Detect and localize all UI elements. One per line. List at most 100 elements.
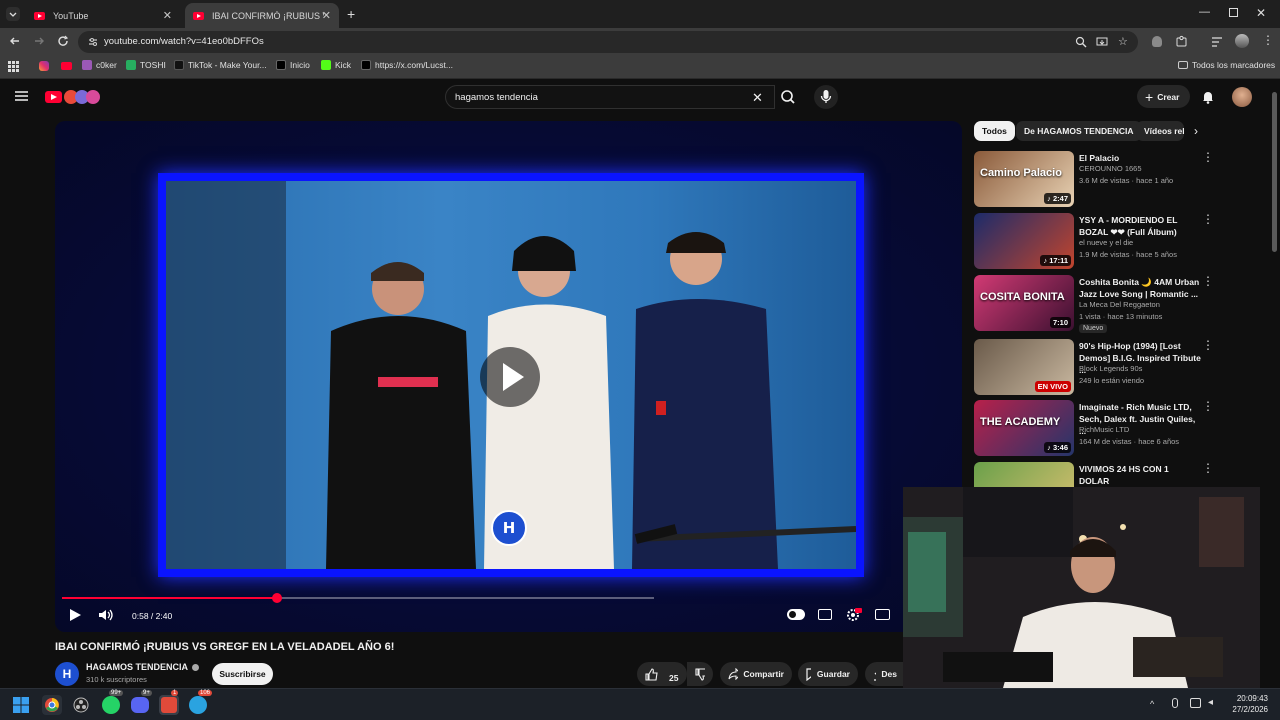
telegram-taskbar-icon[interactable]: 106 (188, 690, 213, 715)
volume-button[interactable] (98, 608, 114, 622)
create-button[interactable]: + Crear (1137, 85, 1190, 108)
video-thumbnail[interactable]: EN VIVO (974, 339, 1074, 395)
channel-watermark-logo[interactable]: H (491, 510, 527, 546)
extension-shield-icon[interactable] (1152, 36, 1162, 47)
volume-tray-icon[interactable]: ◂ (1208, 697, 1213, 708)
save-button[interactable]: Guardar (798, 662, 858, 686)
active-app-taskbar-icon[interactable]: 1 (159, 690, 179, 715)
video-player[interactable]: H 0:58 / 2:40 (55, 121, 962, 632)
video-thumbnail[interactable]: THE ACADEMY ♪ 3:46 (974, 400, 1074, 456)
bookmark-toshi[interactable]: TOSHI (126, 60, 166, 70)
video-thumbnail[interactable]: ♪ 17:11 (974, 213, 1074, 269)
share-button[interactable]: Compartir (720, 662, 792, 686)
scrubber-handle[interactable] (271, 593, 282, 603)
bookmark-favicon-icon (82, 60, 92, 70)
dislike-button[interactable] (687, 662, 713, 686)
progress-played (62, 597, 277, 599)
progress-track[interactable] (62, 593, 654, 603)
close-tab-icon[interactable]: ✕ (163, 9, 172, 22)
search-button[interactable] (775, 85, 803, 109)
whatsapp-taskbar-icon[interactable]: 99+ (101, 690, 124, 715)
windows-start-icon[interactable] (13, 697, 29, 713)
hamburger-menu-icon[interactable] (15, 90, 28, 102)
subtitles-icon[interactable] (818, 609, 832, 620)
plus-icon: + (1145, 88, 1154, 105)
bookmark-tiktok[interactable]: TikTok - Make Your... (174, 60, 267, 70)
recommendation-channel: el nueve y el die (1079, 238, 1134, 247)
video-thumbnail[interactable]: COSITA BONITA 7:10 (974, 275, 1074, 331)
chip-related[interactable]: Vídeos rel (1136, 121, 1184, 141)
bookmark-star-icon[interactable]: ☆ (1118, 35, 1128, 48)
more-options-icon[interactable]: ⋮ (1202, 275, 1214, 287)
install-app-icon[interactable] (1096, 36, 1108, 48)
recommendation-item[interactable]: ♪ 17:11 YSY A - MORDIENDO EL BOZAL ❤❤ (Fu… (974, 213, 1214, 271)
apps-grid-icon[interactable] (8, 61, 19, 72)
chevron-right-icon[interactable]: › (1194, 124, 1198, 138)
recommendation-item[interactable]: COSITA BONITA 7:10 Coshita Bonita 🌙 4AM Ur… (974, 275, 1214, 333)
clear-search-icon[interactable]: ✕ (752, 90, 763, 106)
download-button[interactable]: Des (865, 662, 905, 686)
notifications-bell-icon[interactable] (1201, 89, 1215, 104)
recommendation-item[interactable]: THE ACADEMY ♪ 3:46 Imaginate - Rich Music … (974, 400, 1214, 458)
tray-chevron-up-icon[interactable]: ^ (1150, 699, 1154, 709)
obs-taskbar-icon[interactable] (71, 695, 91, 715)
chip-channel[interactable]: De HAGAMOS TENDENCIA (1016, 121, 1142, 141)
recommendation-item[interactable]: Camino Palacio ♪ 2:47 El Palacio CEROUNNO 1… (974, 151, 1214, 209)
play-button[interactable] (68, 608, 82, 622)
close-window-button[interactable]: ✕ (1256, 6, 1266, 20)
chrome-taskbar-icon[interactable] (42, 695, 62, 715)
bookmark-kick[interactable]: Kick (321, 60, 351, 70)
youtube-favicon-icon (34, 11, 45, 20)
close-tab-icon[interactable]: ✕ (322, 9, 331, 22)
subscribe-button[interactable]: Suscribirse (212, 663, 273, 685)
tab-active-video[interactable]: IBAI CONFIRMÓ ¡RUBIUS VS GF ✕ (185, 3, 339, 28)
miniplayer-icon[interactable] (875, 609, 890, 620)
forward-arrow-icon[interactable] (32, 34, 46, 48)
autoplay-toggle[interactable] (787, 609, 805, 620)
voice-search-button[interactable] (814, 85, 838, 109)
like-button[interactable]: 25 (637, 662, 687, 686)
more-options-icon[interactable]: ⋮ (1202, 462, 1214, 474)
channel-name[interactable]: HAGAMOS TENDENCIA (86, 662, 200, 672)
all-bookmarks[interactable]: Todos los marcadores (1178, 60, 1275, 70)
back-arrow-icon[interactable] (8, 34, 22, 48)
reload-icon[interactable] (56, 34, 70, 48)
address-bar[interactable]: youtube.com/watch?v=41eo0bDFFOs ☆ (78, 31, 1138, 53)
clock[interactable]: 20:09:43 27/2/2026 (1230, 694, 1268, 714)
extensions-puzzle-icon[interactable] (1175, 35, 1188, 48)
chip-todos[interactable]: Todos (974, 121, 1015, 141)
recommendation-item[interactable]: EN VIVO 90's Hip-Hop (1994) [Lost Demos] … (974, 339, 1214, 397)
tab-search-button[interactable] (6, 7, 20, 21)
video-thumbnail[interactable]: Camino Palacio ♪ 2:47 (974, 151, 1074, 207)
settings-gear-icon[interactable] (846, 607, 862, 623)
bookmarks-bar: c0ker TOSHI TikTok - Make Your... Inicio… (0, 55, 1280, 79)
instagram-icon[interactable] (39, 61, 49, 71)
tab-youtube[interactable]: YouTube ✕ (26, 3, 180, 28)
youtube-bookmark-icon[interactable] (61, 62, 72, 70)
channel-avatar[interactable]: H (55, 662, 79, 686)
bookmark-c0ker[interactable]: c0ker (82, 60, 117, 70)
microphone-tray-icon[interactable] (1172, 698, 1178, 708)
more-options-icon[interactable]: ⋮ (1202, 151, 1214, 163)
bookmark-x-profile[interactable]: https://x.com/Lucst... (361, 60, 453, 70)
network-tray-icon[interactable] (1190, 698, 1201, 708)
profile-avatar[interactable] (1235, 34, 1249, 48)
youtube-logo[interactable] (45, 89, 105, 105)
video-title: IBAI CONFIRMÓ ¡RUBIUS VS GREGF EN LA VEL… (55, 641, 395, 653)
discord-taskbar-icon[interactable]: 9+ (130, 690, 152, 715)
bookmark-inicio[interactable]: Inicio (276, 60, 310, 70)
more-options-icon[interactable]: ⋮ (1202, 339, 1214, 351)
more-options-icon[interactable]: ⋮ (1202, 213, 1214, 225)
reading-list-icon[interactable] (1211, 36, 1223, 48)
restore-button[interactable] (1229, 8, 1238, 17)
new-tab-button[interactable]: + (347, 6, 355, 22)
search-input[interactable]: hagamos tendencia ✕ (445, 85, 775, 109)
zoom-icon[interactable] (1075, 36, 1087, 48)
menu-dots-icon[interactable]: ⋮ (1262, 33, 1274, 47)
account-avatar[interactable] (1232, 87, 1252, 107)
minimize-button[interactable]: — (1199, 6, 1210, 18)
site-info-icon[interactable] (87, 36, 99, 48)
more-options-icon[interactable]: ⋮ (1202, 400, 1214, 412)
page-scrollbar[interactable] (1272, 92, 1277, 252)
big-play-button[interactable] (480, 347, 540, 407)
